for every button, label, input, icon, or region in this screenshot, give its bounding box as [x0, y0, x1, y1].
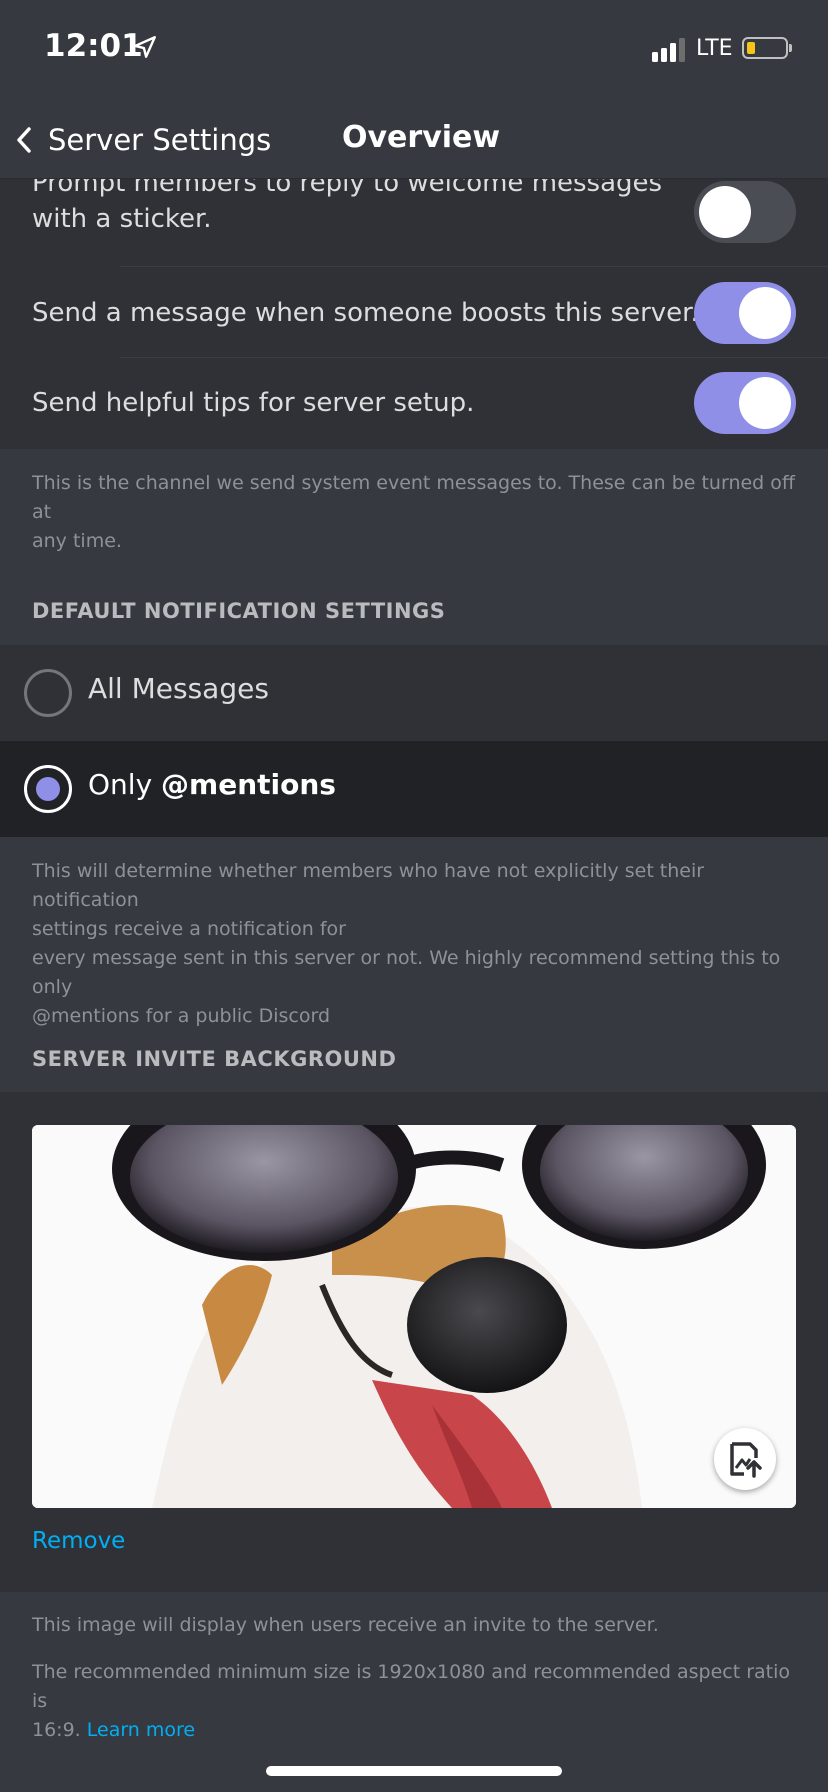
home-indicator	[266, 1766, 562, 1776]
remove-image-link[interactable]: Remove	[32, 1528, 125, 1554]
section-title-notifications: DEFAULT NOTIFICATION SETTINGS	[32, 599, 446, 623]
invite-background-image[interactable]	[32, 1125, 796, 1508]
label-prefix: Only	[88, 768, 162, 801]
toggle-label-sticker-line2: with a sticker.	[32, 204, 212, 234]
divider	[120, 357, 828, 358]
note-line: any time.	[32, 530, 122, 552]
section-title-invite-background: SERVER INVITE BACKGROUND	[32, 1047, 397, 1071]
radio-label-only-mentions: Only @mentions	[88, 768, 336, 801]
radio-label-all-messages: All Messages	[88, 672, 269, 705]
network-type: LTE	[696, 36, 733, 61]
radio-row-only-mentions[interactable]: Only @mentions	[0, 741, 828, 837]
toggle-helpful-tips[interactable]	[694, 372, 796, 434]
note-line: @mentions for a public Discord	[32, 1005, 331, 1027]
status-bar: 12:01 LTE	[0, 0, 828, 100]
status-time: 12:01	[44, 28, 143, 64]
label-bold: @mentions	[161, 768, 336, 801]
system-messages-group: Prompt members to reply to welcome messa…	[0, 179, 828, 449]
toggle-sticker-reply[interactable]	[694, 181, 796, 243]
radio-all-messages[interactable]	[24, 669, 72, 717]
invite-background-note-2: The recommended minimum size is 1920x108…	[32, 1658, 796, 1745]
toggle-label-tips: Send helpful tips for server setup.	[32, 388, 475, 418]
toggle-label-boost: Send a message when someone boosts this …	[32, 298, 699, 328]
back-button[interactable]: Server Settings	[14, 122, 271, 158]
note-line: This is the channel we send system event…	[32, 472, 795, 523]
note-line: This will determine whether members who …	[32, 860, 705, 911]
location-arrow-icon	[134, 36, 156, 58]
notification-note: This will determine whether members who …	[32, 857, 796, 1031]
note-line: 16:9. Learn more	[32, 1716, 796, 1745]
note-line: settings receive a notification for	[32, 918, 346, 940]
chevron-left-icon	[17, 127, 31, 153]
toggle-boost-message[interactable]	[694, 282, 796, 344]
settings-scroll[interactable]: Prompt members to reply to welcome messa…	[0, 179, 828, 1792]
back-label: Server Settings	[48, 123, 272, 157]
image-upload-icon	[730, 1442, 762, 1478]
note-line: every message sent in this server or not…	[32, 947, 781, 998]
divider	[120, 266, 828, 267]
note-line: The recommended minimum size is 1920x108…	[32, 1661, 790, 1712]
learn-more-link[interactable]: Learn more	[87, 1719, 195, 1741]
nav-bar: Server Settings Overview	[0, 100, 828, 179]
note-text: 16:9.	[32, 1719, 87, 1741]
toggle-label-sticker-line1: Prompt members to reply to welcome messa…	[32, 179, 663, 198]
system-channel-note: This is the channel we send system event…	[32, 469, 796, 556]
signal-icon	[652, 38, 685, 62]
upload-image-button[interactable]	[714, 1428, 776, 1490]
dog-photo	[32, 1125, 796, 1508]
invite-background-note-1: This image will display when users recei…	[32, 1614, 659, 1636]
radio-row-all-messages[interactable]: All Messages	[0, 645, 828, 741]
page-title: Overview	[342, 120, 501, 155]
radio-only-mentions[interactable]	[24, 765, 72, 813]
battery-icon	[742, 37, 788, 59]
battery-nub	[789, 44, 792, 52]
